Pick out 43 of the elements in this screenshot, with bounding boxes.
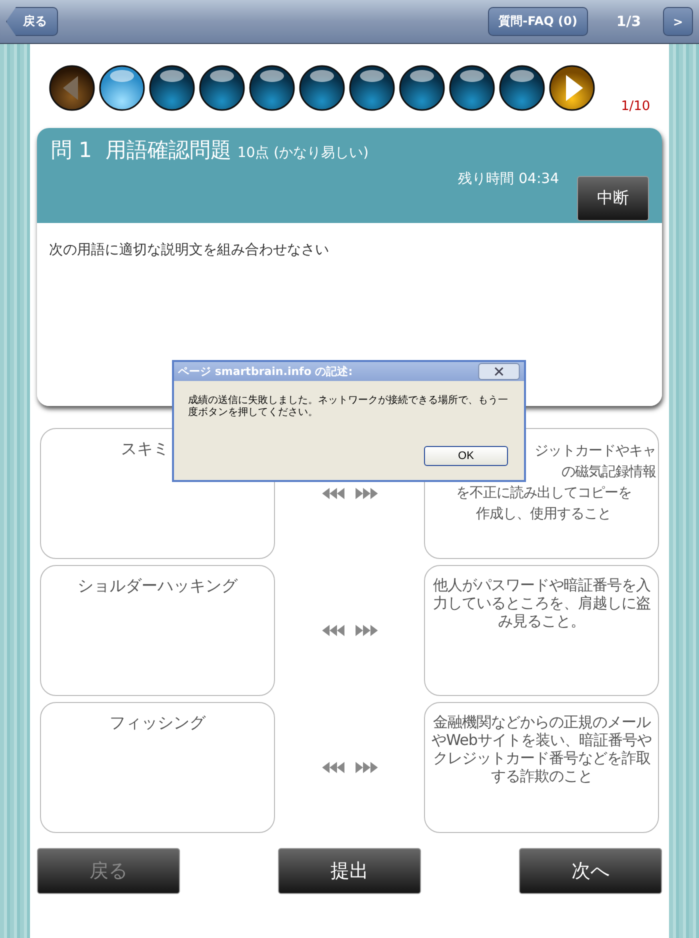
back-button[interactable]: 戻る	[6, 7, 58, 36]
question-dot[interactable]	[499, 65, 545, 111]
description-text: の磁気記録情報	[562, 463, 656, 482]
close-icon[interactable]	[477, 363, 521, 380]
dialog-message: 成績の送信に失敗しました。ネットワークが接続できる場所で、もう一度ボタンを押してください。	[187, 394, 509, 419]
match-arrows-icon	[320, 761, 378, 774]
question-dot[interactable]	[399, 65, 445, 111]
question-dot[interactable]	[299, 65, 345, 111]
match-arrows-icon	[320, 624, 378, 637]
description-card[interactable]: 金融機関などからの正規のメールやWebサイトを装い、暗証番号やクレジットカード番号などを詐取する詐欺のこと	[424, 702, 659, 833]
question-dot[interactable]	[449, 65, 495, 111]
page-counter: 1/3	[616, 14, 641, 30]
term-text: スキミ	[120, 439, 169, 460]
description-card[interactable]: 他人がパスワードや暗証番号を入力しているところを、肩越しに盗み見ること。	[424, 565, 659, 696]
match-arrows-icon	[320, 487, 378, 500]
term-card[interactable]: フィッシング	[40, 702, 275, 833]
term-card[interactable]: ショルダーハッキング	[40, 565, 275, 696]
term-text: フィッシング	[108, 713, 207, 734]
pause-button[interactable]: 中断	[577, 176, 649, 221]
description-text: ジットカードやキャ	[534, 442, 656, 461]
ok-button[interactable]: OK	[424, 446, 508, 466]
term-text: ショルダーハッキング	[76, 576, 239, 597]
question-dot[interactable]	[249, 65, 295, 111]
question-dot[interactable]	[199, 65, 245, 111]
faq-button[interactable]: 質問-FAQ (0)	[488, 7, 588, 36]
description-text: 作成し、使用すること	[476, 505, 611, 524]
timer: 残り時間 04:34	[458, 170, 559, 188]
description-text: 金融機関などからの正規のメールやWebサイトを装い、暗証番号やクレジットカード番号などを詐取する詐欺のこと	[431, 713, 652, 785]
instruction: 次の用語に適切な説明文を組み合わせなさい	[49, 242, 329, 258]
dialog-title: ページ smartbrain.info の記述:	[178, 364, 353, 379]
question-dot[interactable]	[149, 65, 195, 111]
description-text: 他人がパスワードや暗証番号を入力しているところを、肩越しに盗み見ること。	[432, 576, 652, 630]
progress-counter: 1/10	[621, 98, 650, 114]
previous-question-icon[interactable]	[49, 65, 95, 111]
question-dot[interactable]	[349, 65, 395, 111]
question-title: 問 1 用語確認問題	[51, 138, 232, 162]
nav-button[interactable]: 次へ	[519, 848, 662, 894]
next-page-button[interactable]: >	[663, 7, 693, 36]
question-dot[interactable]	[99, 65, 145, 111]
next-question-icon[interactable]	[549, 65, 595, 111]
description-text: を不正に読み出してコピーを	[456, 484, 632, 503]
question-points: 10点 (かなり易しい)	[237, 145, 369, 161]
nav-button[interactable]: 提出	[278, 848, 421, 894]
